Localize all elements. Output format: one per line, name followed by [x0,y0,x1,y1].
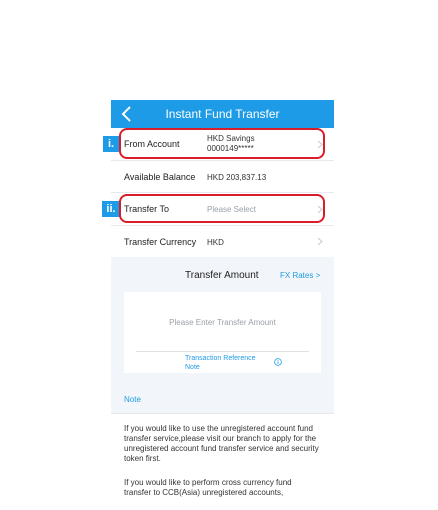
transfer-amount-box: Please Enter Transfer Amount Transaction… [124,292,321,373]
page-title: Instant Fund Transfer [165,107,280,121]
note-paragraph-1: If you would like to use the unregistere… [124,424,319,463]
transfer-amount-input[interactable]: Please Enter Transfer Amount [124,318,321,327]
available-balance-value: HKD 203,837.13 [207,173,267,182]
available-balance-row: Available Balance HKD 203,837.13 [111,161,334,193]
annotation-marker-ii: ii. [102,201,120,217]
note-heading: Note [124,395,141,404]
header-bar: Instant Fund Transfer [111,100,334,128]
transaction-reference-note-link[interactable]: Transaction Reference Note [185,354,265,372]
note-paragraph-2: If you would like to perform cross curre… [124,478,292,497]
available-balance-label: Available Balance [124,172,196,182]
transfer-amount-title: Transfer Amount [185,270,259,281]
transfer-currency-label: Transfer Currency [124,237,197,247]
chevron-right-icon [317,237,323,246]
from-account-highlight [119,128,325,159]
note-box: If you would like to use the unregistere… [111,413,334,510]
info-icon[interactable] [274,358,282,366]
transfer-to-highlight [119,194,325,223]
fx-rates-link[interactable]: FX Rates > [280,271,320,280]
transfer-currency-row[interactable]: Transfer Currency HKD [111,226,334,257]
input-underline [136,351,309,352]
annotation-marker-i: i. [103,136,119,152]
transfer-currency-value: HKD [207,238,224,247]
app-screen: Instant Fund Transfer From Account HKD S… [111,100,334,510]
